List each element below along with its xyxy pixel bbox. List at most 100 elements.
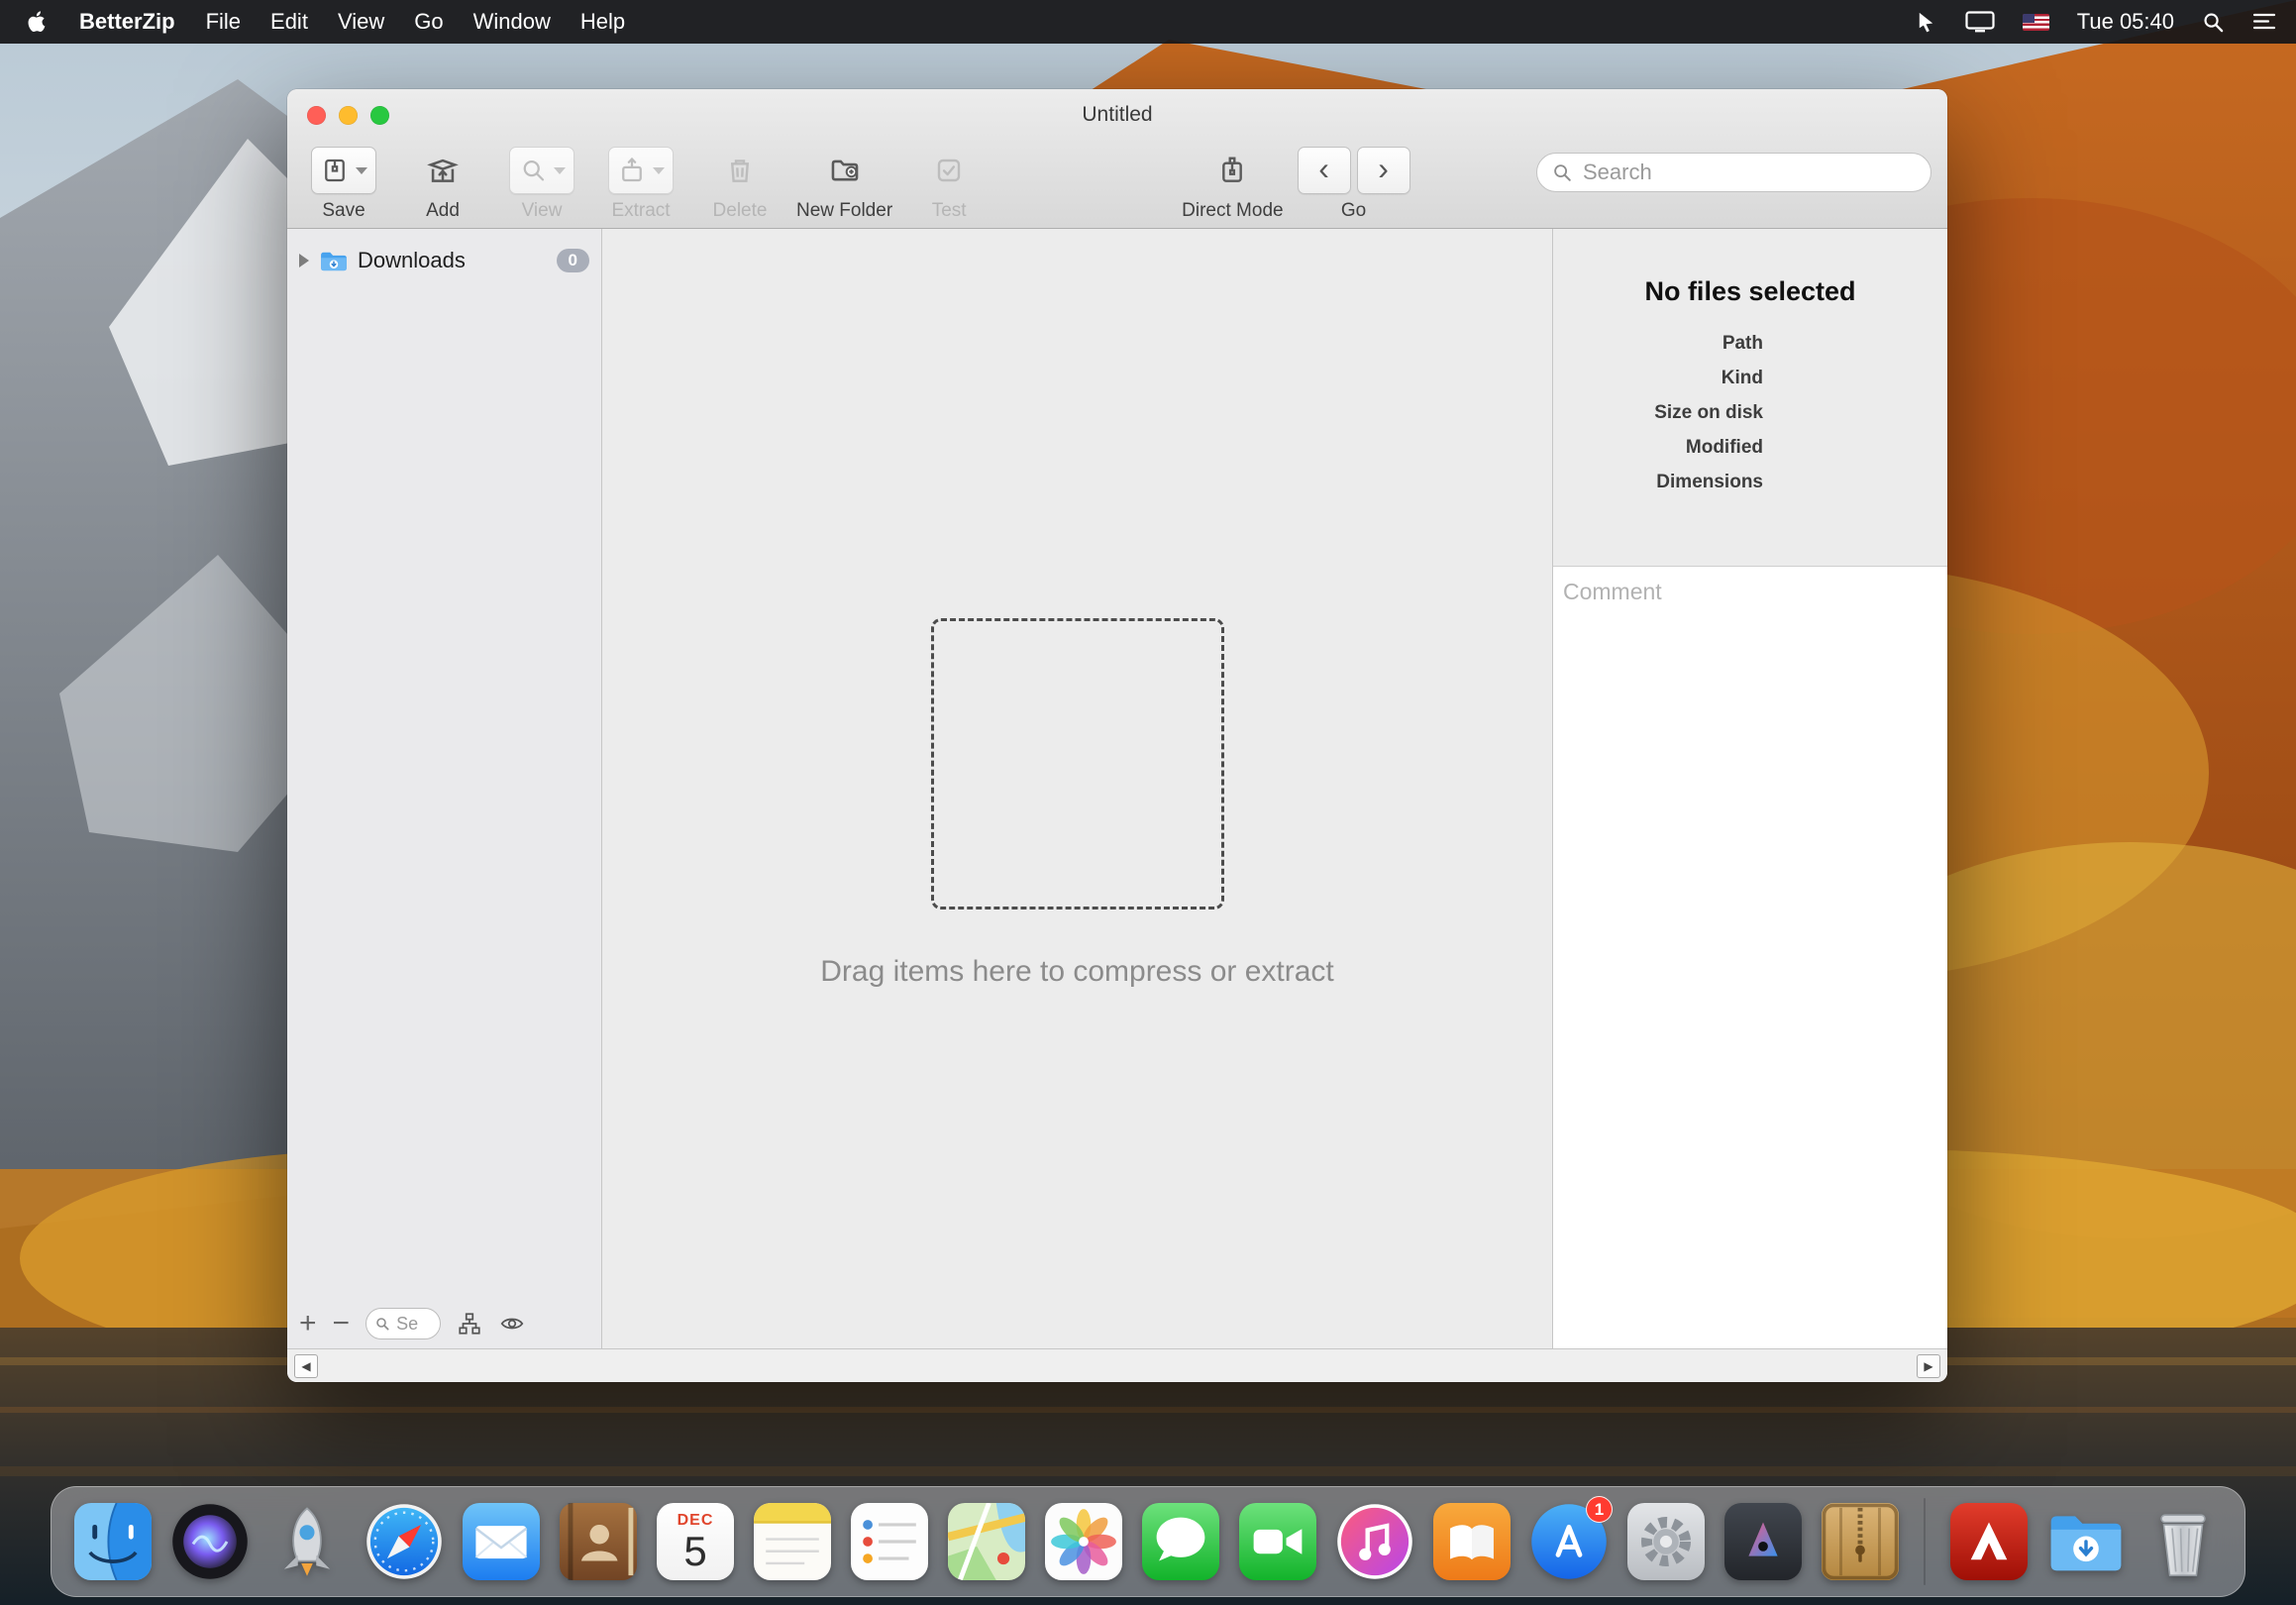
- test-checkmark-icon: [933, 155, 965, 186]
- preview-eye-icon[interactable]: [498, 1311, 526, 1337]
- dock: DEC 5 1: [51, 1486, 2245, 1597]
- menu-window[interactable]: Window: [459, 9, 566, 35]
- dock-item-finder[interactable]: [71, 1500, 155, 1583]
- scroll-right-button[interactable]: ▶: [1917, 1354, 1940, 1378]
- inspector-title: No files selected: [1553, 276, 1947, 307]
- toolbar-add-label: Add: [426, 200, 460, 222]
- horizontal-scrollbar[interactable]: ◀ ▶: [287, 1348, 1947, 1382]
- zoom-button[interactable]: [370, 106, 389, 125]
- toolbar-delete-button: Delete: [697, 146, 783, 222]
- go-back-button[interactable]: ‹: [1298, 147, 1351, 194]
- chevron-down-icon: [356, 167, 367, 174]
- notification-center-icon[interactable]: [2252, 11, 2276, 33]
- dock-item-photos[interactable]: [1042, 1500, 1125, 1583]
- input-language-flag-icon[interactable]: [2023, 14, 2049, 31]
- dock-item-mail[interactable]: [460, 1500, 543, 1583]
- menu-help[interactable]: Help: [566, 9, 640, 35]
- minimize-button[interactable]: [339, 106, 358, 125]
- new-folder-icon: [827, 154, 863, 187]
- display-icon[interactable]: [1965, 11, 1995, 33]
- title-bar[interactable]: Untitled: [287, 89, 1947, 141]
- add-archive-button[interactable]: +: [299, 1309, 317, 1338]
- chevron-right-icon: ›: [1378, 153, 1389, 184]
- menu-go[interactable]: Go: [399, 9, 458, 35]
- traffic-lights: [307, 89, 389, 141]
- window-title: Untitled: [1082, 103, 1152, 127]
- toolbar-test-label: Test: [932, 200, 967, 222]
- close-button[interactable]: [307, 106, 326, 125]
- menu-view[interactable]: View: [323, 9, 399, 35]
- disclosure-triangle-icon[interactable]: [299, 254, 309, 268]
- dock-item-ibooks[interactable]: [1430, 1500, 1513, 1583]
- toolbar-direct-mode-button[interactable]: Direct Mode: [1182, 146, 1283, 222]
- sidebar-filter-field[interactable]: [365, 1308, 441, 1339]
- chevron-left-icon: ‹: [1318, 153, 1329, 184]
- remove-archive-button[interactable]: −: [333, 1309, 351, 1338]
- app-store-badge: 1: [1586, 1496, 1613, 1523]
- dock-item-downloads[interactable]: [2044, 1500, 2128, 1583]
- scroll-left-button[interactable]: ◀: [294, 1354, 318, 1378]
- drop-zone[interactable]: [931, 618, 1224, 910]
- desktop: BetterZip File Edit View Go Window Help …: [0, 0, 2296, 1605]
- dock-item-launchpad[interactable]: [265, 1500, 349, 1583]
- dock-item-maps[interactable]: [945, 1500, 1028, 1583]
- toolbar-new-folder-label: New Folder: [796, 200, 892, 222]
- menu-bar-clock[interactable]: Tue 05:40: [2077, 9, 2174, 35]
- extract-archive-icon: [617, 155, 647, 186]
- toolbar-save-button[interactable]: Save: [301, 146, 386, 222]
- spotlight-search-icon[interactable]: [2202, 11, 2225, 34]
- toolbar-new-folder-button[interactable]: New Folder: [796, 146, 892, 222]
- inspector-info-section: No files selected Path Kind Size on disk…: [1553, 229, 1947, 567]
- toolbar-extract-label: Extract: [611, 200, 670, 222]
- dock-item-trash[interactable]: [2141, 1500, 2225, 1583]
- dock-item-notes[interactable]: [751, 1500, 834, 1583]
- menu-edit[interactable]: Edit: [256, 9, 323, 35]
- dock-separator: [1924, 1498, 1926, 1585]
- dock-item-calendar[interactable]: DEC 5: [654, 1500, 737, 1583]
- trash-icon: [724, 154, 756, 187]
- apple-menu-icon[interactable]: [26, 10, 50, 34]
- menu-file[interactable]: File: [191, 9, 256, 35]
- dock-item-app-store[interactable]: 1: [1527, 1500, 1611, 1583]
- item-count-badge: 0: [557, 249, 589, 272]
- sidebar-item-downloads[interactable]: Downloads 0: [287, 239, 601, 282]
- dock-item-messages[interactable]: [1139, 1500, 1222, 1583]
- field-label-size-on-disk: Size on disk: [1553, 402, 1763, 424]
- calendar-tile: DEC 5: [657, 1503, 734, 1580]
- dock-item-app[interactable]: [1722, 1500, 1805, 1583]
- direct-mode-icon: [1216, 154, 1248, 187]
- toolbar-view-label: View: [522, 200, 563, 222]
- sidebar-filter-input[interactable]: [394, 1313, 428, 1336]
- comment-field[interactable]: Comment: [1553, 567, 1947, 1348]
- inspector-fields: Path Kind Size on disk Modified Dimensio…: [1553, 333, 1947, 493]
- toolbar-extract-button: Extract: [598, 146, 683, 222]
- inspector-panel: No files selected Path Kind Size on disk…: [1552, 229, 1947, 1348]
- dock-item-system-preferences[interactable]: [1624, 1500, 1708, 1583]
- toolbar-add-button[interactable]: Add: [400, 146, 485, 222]
- toolbar-search-field[interactable]: [1536, 153, 1931, 192]
- toolbar-delete-label: Delete: [713, 200, 768, 222]
- search-input[interactable]: [1581, 159, 1917, 186]
- field-label-path: Path: [1553, 333, 1763, 355]
- app-menu-title[interactable]: BetterZip: [63, 9, 191, 35]
- hierarchy-view-icon[interactable]: [457, 1311, 482, 1337]
- toolbar-test-button: Test: [906, 146, 991, 222]
- window-chrome: Untitled Save: [287, 89, 1947, 229]
- sidebar: Downloads 0 + −: [287, 229, 602, 1348]
- field-label-modified: Modified: [1553, 437, 1763, 459]
- toolbar: Save Add: [287, 141, 1947, 228]
- remote-pointer-icon[interactable]: [1915, 11, 1937, 34]
- dock-item-acrobat[interactable]: [1947, 1500, 2031, 1583]
- dock-item-betterzip[interactable]: [1819, 1500, 1902, 1583]
- dock-item-itunes[interactable]: [1333, 1500, 1416, 1583]
- go-forward-button[interactable]: ›: [1357, 147, 1410, 194]
- dock-item-facetime[interactable]: [1236, 1500, 1319, 1583]
- dock-item-siri[interactable]: [168, 1500, 252, 1583]
- toolbar-go-buttons: ‹ › Go: [1298, 146, 1410, 222]
- dock-item-reminders[interactable]: [848, 1500, 931, 1583]
- toolbar-view-button: View: [499, 146, 584, 222]
- save-archive-icon: [320, 155, 350, 186]
- dock-item-safari[interactable]: [363, 1500, 446, 1583]
- dock-item-contacts[interactable]: [557, 1500, 640, 1583]
- comment-placeholder: Comment: [1563, 579, 1662, 604]
